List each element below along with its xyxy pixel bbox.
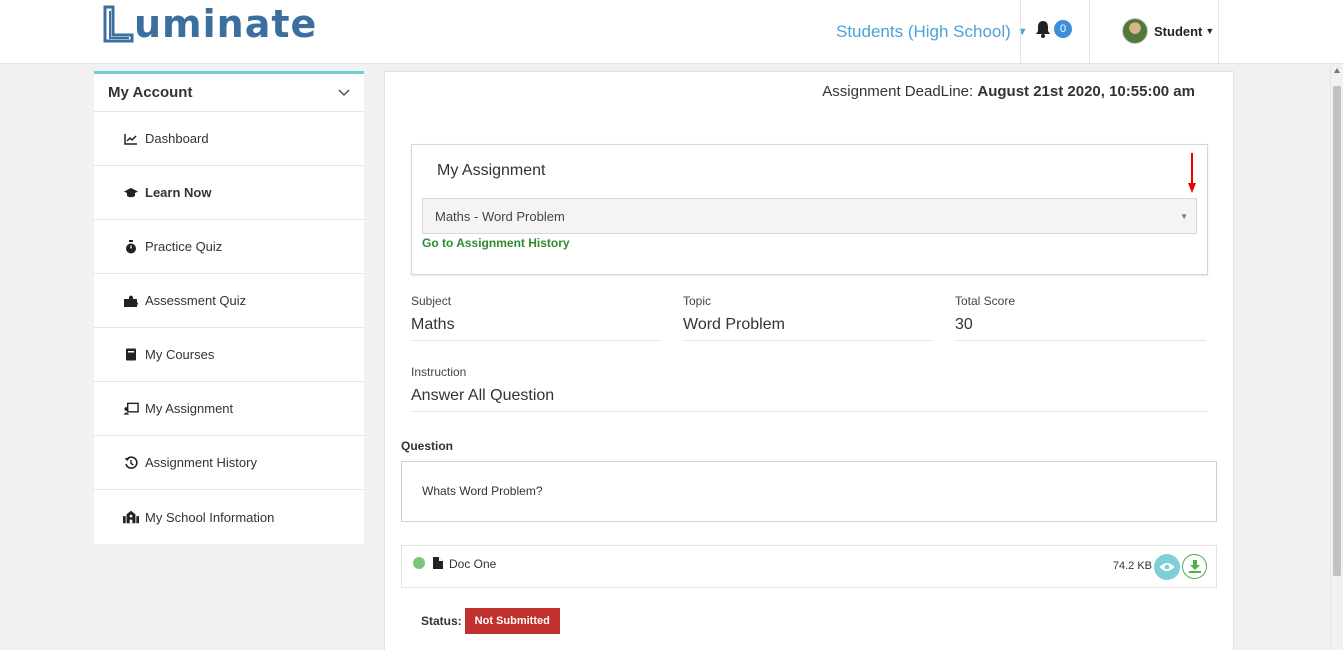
status-dot (413, 557, 425, 569)
sidebar-item-label: Dashboard (145, 131, 209, 146)
instruction-label: Instruction (411, 365, 467, 379)
my-assignment-title: My Assignment (437, 162, 546, 179)
header-divider (1020, 0, 1021, 64)
header-divider (1218, 0, 1219, 64)
total-score-value: 30 (955, 316, 1206, 341)
scroll-up-arrow-icon[interactable] (1334, 68, 1340, 73)
puzzle-icon (123, 294, 139, 308)
total-score-label: Total Score (955, 294, 1016, 308)
notification-count-badge: 0 (1054, 20, 1072, 38)
subject-label: Subject (411, 294, 452, 308)
instruction-field: Instruction Answer All Question (411, 365, 1208, 412)
sidebar-item-practice-quiz[interactable]: Practice Quiz (94, 220, 364, 274)
question-box: Whats Word Problem? (401, 461, 1217, 522)
chart-line-icon (123, 132, 139, 146)
sidebar-item-dashboard[interactable]: Dashboard (94, 112, 364, 166)
user-menu[interactable]: Student ▼ (1122, 18, 1214, 44)
deadline-label: Assignment DeadLine: (822, 83, 974, 100)
sidebar-item-label: Assignment History (145, 455, 257, 470)
chevron-down-icon: ▼ (1016, 26, 1028, 38)
sidebar-item-label: Assessment Quiz (145, 293, 247, 308)
status-badge: Not Submitted (464, 608, 560, 634)
download-icon (1188, 560, 1201, 573)
header-divider (1089, 0, 1090, 64)
school-icon (123, 510, 139, 524)
logo-l-mark (103, 5, 134, 43)
topic-value: Word Problem (683, 316, 933, 341)
sidebar-item-label: Learn Now (145, 185, 212, 200)
scrollbar-thumb[interactable] (1333, 86, 1341, 576)
submission-status: Status: Not Submitted (421, 608, 560, 634)
page-scrollbar[interactable] (1330, 64, 1343, 650)
assignment-deadline: Assignment DeadLine: August 21st 2020, 1… (822, 83, 1195, 100)
assignment-panel: Assignment DeadLine: August 21st 2020, 1… (384, 71, 1234, 650)
sidebar-item-my-school-information[interactable]: My School Information (94, 490, 364, 544)
chalkboard-teacher-icon (123, 402, 139, 416)
bell-icon (1036, 21, 1050, 38)
topic-label: Topic (683, 294, 712, 308)
assignment-select[interactable]: Maths - Word Problem ▼ (422, 198, 1197, 234)
sidebar-item-my-courses[interactable]: My Courses (94, 328, 364, 382)
sidebar: My Account Dashboard Learn Now Practice … (94, 71, 364, 544)
sidebar-title: My Account (108, 84, 193, 101)
role-label: Students (High School) (836, 22, 1011, 41)
deadline-value: August 21st 2020, 10:55:00 am (977, 83, 1195, 100)
question-text: Whats Word Problem? (422, 484, 543, 498)
sidebar-item-label: My School Information (145, 509, 275, 525)
role-dropdown[interactable]: Students (High School) ▼ (836, 0, 1028, 64)
subject-value: Maths (411, 316, 661, 341)
file-icon (433, 557, 443, 569)
status-label: Status: (421, 614, 462, 628)
history-icon (123, 455, 139, 470)
stopwatch-icon (123, 239, 139, 254)
logo-text: uminate (134, 2, 318, 46)
avatar (1122, 18, 1148, 44)
luminate-logo[interactable]: uminate (102, 3, 317, 45)
chevron-down-icon: ▼ (1205, 26, 1215, 36)
sidebar-item-learn-now[interactable]: Learn Now (94, 166, 364, 220)
user-label: Student (1154, 23, 1203, 39)
assignment-history-link[interactable]: Go to Assignment History (422, 236, 570, 250)
instruction-value: Answer All Question (411, 387, 1208, 412)
eye-icon (1159, 563, 1175, 571)
graduation-cap-icon (123, 186, 139, 200)
sidebar-item-assignment-history[interactable]: Assignment History (94, 436, 364, 490)
sidebar-item-label: My Assignment (145, 401, 234, 416)
subject-field: Subject Maths (411, 294, 661, 341)
red-arrow-annotation (1188, 153, 1196, 193)
sidebar-item-label: Practice Quiz (145, 239, 223, 254)
sidebar-item-label: My Courses (145, 347, 215, 362)
download-attachment-button[interactable] (1182, 554, 1207, 579)
dropdown-arrow-icon: ▼ (1180, 212, 1188, 221)
attachment-size: 74.2 KB (1112, 560, 1152, 572)
book-icon (123, 348, 139, 362)
question-label: Question (401, 439, 454, 453)
attachment-name: Doc One (449, 557, 497, 571)
notifications-button[interactable]: 0 (1035, 20, 1072, 38)
total-score-field: Total Score 30 (955, 294, 1206, 341)
sidebar-header-my-account[interactable]: My Account (94, 74, 364, 112)
chevron-down-icon (338, 88, 350, 96)
view-attachment-button[interactable] (1154, 554, 1180, 580)
top-navbar: uminate Students (High School) ▼ 0 Stude… (0, 0, 1343, 64)
sidebar-item-my-assignment[interactable]: My Assignment (94, 382, 364, 436)
attachment-row: Doc One 74.2 KB (401, 545, 1217, 588)
my-assignment-card: My Assignment Maths - Word Problem ▼ Go … (411, 144, 1208, 275)
topic-field: Topic Word Problem (683, 294, 933, 341)
assignment-selected-value: Maths - Word Problem (435, 208, 565, 224)
sidebar-item-assessment-quiz[interactable]: Assessment Quiz (94, 274, 364, 328)
